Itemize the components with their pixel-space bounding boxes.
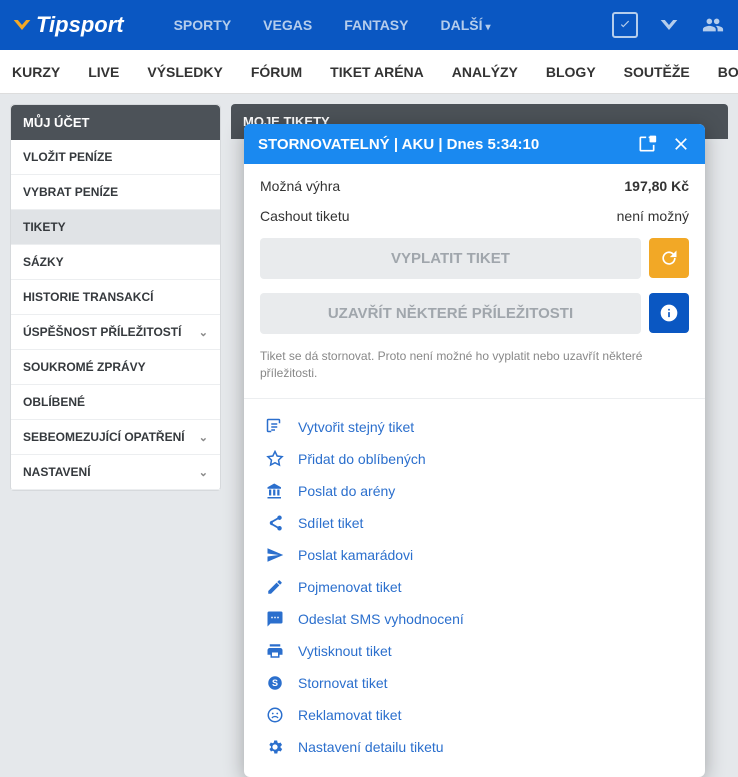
close-icon[interactable]	[671, 134, 691, 154]
report-icon	[266, 706, 284, 724]
ticket-action-send[interactable]: Poslat kamarádovi	[260, 539, 689, 571]
sms-icon	[266, 610, 284, 628]
cancel-icon: S	[266, 674, 284, 692]
ticket-action-arena[interactable]: Poslat do arény	[260, 475, 689, 507]
action-label: Poslat do arény	[298, 483, 395, 499]
action-label: Vytvořit stejný tiket	[298, 419, 414, 435]
print-icon	[266, 642, 284, 660]
popout-icon[interactable]	[637, 134, 657, 154]
ticket-action-print[interactable]: Vytisknout tiket	[260, 635, 689, 667]
ticket-action-create[interactable]: Vytvořit stejný tiket	[260, 411, 689, 443]
possible-win-label: Možná výhra	[260, 178, 340, 194]
star-icon	[266, 450, 284, 468]
possible-win-value: 197,80 Kč	[624, 178, 689, 194]
cashout-row: Cashout tiketu není možný	[260, 208, 689, 224]
modal-header: STORNOVATELNÝ | AKU | Dnes 5:34:10	[244, 124, 705, 164]
action-label: Poslat kamarádovi	[298, 547, 413, 563]
ticket-action-settings[interactable]: Nastavení detailu tiketu	[260, 731, 689, 763]
ticket-action-sms[interactable]: Odeslat SMS vyhodnocení	[260, 603, 689, 635]
settings-icon	[266, 738, 284, 756]
cashout-value: není možný	[617, 208, 689, 224]
possible-win-row: Možná výhra 197,80 Kč	[260, 178, 689, 194]
modal-title: STORNOVATELNÝ | AKU | Dnes 5:34:10	[258, 136, 539, 153]
svg-text:S: S	[272, 678, 278, 688]
ticket-action-share[interactable]: Sdílet tiket	[260, 507, 689, 539]
share-icon	[266, 514, 284, 532]
action-label: Nastavení detailu tiketu	[298, 739, 444, 755]
action-label: Stornovat tiket	[298, 675, 388, 691]
action-label: Vytisknout tiket	[298, 643, 392, 659]
ticket-actions-list: Vytvořit stejný tiket Přidat do oblíbenýc…	[260, 411, 689, 763]
action-label: Reklamovat tiket	[298, 707, 401, 723]
close-opportunities-button: UZAVŘÍT NĚKTERÉ PŘÍLEŽITOSTI	[260, 293, 641, 334]
action-label: Přidat do oblíbených	[298, 451, 426, 467]
ticket-action-report[interactable]: Reklamovat tiket	[260, 699, 689, 731]
action-label: Sdílet tiket	[298, 515, 363, 531]
edit-icon	[266, 578, 284, 596]
cashout-label: Cashout tiketu	[260, 208, 350, 224]
info-button[interactable]	[649, 293, 689, 333]
send-icon	[266, 546, 284, 564]
ticket-detail-modal: STORNOVATELNÝ | AKU | Dnes 5:34:10 Možná…	[244, 124, 705, 777]
modal-note: Tiket se dá stornovat. Proto není možné …	[260, 348, 689, 382]
arena-icon	[266, 482, 284, 500]
ticket-action-star[interactable]: Přidat do oblíbených	[260, 443, 689, 475]
ticket-action-cancel[interactable]: S Stornovat tiket	[260, 667, 689, 699]
action-label: Odeslat SMS vyhodnocení	[298, 611, 464, 627]
divider	[244, 398, 705, 399]
refresh-button[interactable]	[649, 238, 689, 278]
payout-ticket-button: VYPLATIT TIKET	[260, 238, 641, 279]
action-label: Pojmenovat tiket	[298, 579, 402, 595]
create-icon	[266, 418, 284, 436]
ticket-action-edit[interactable]: Pojmenovat tiket	[260, 571, 689, 603]
